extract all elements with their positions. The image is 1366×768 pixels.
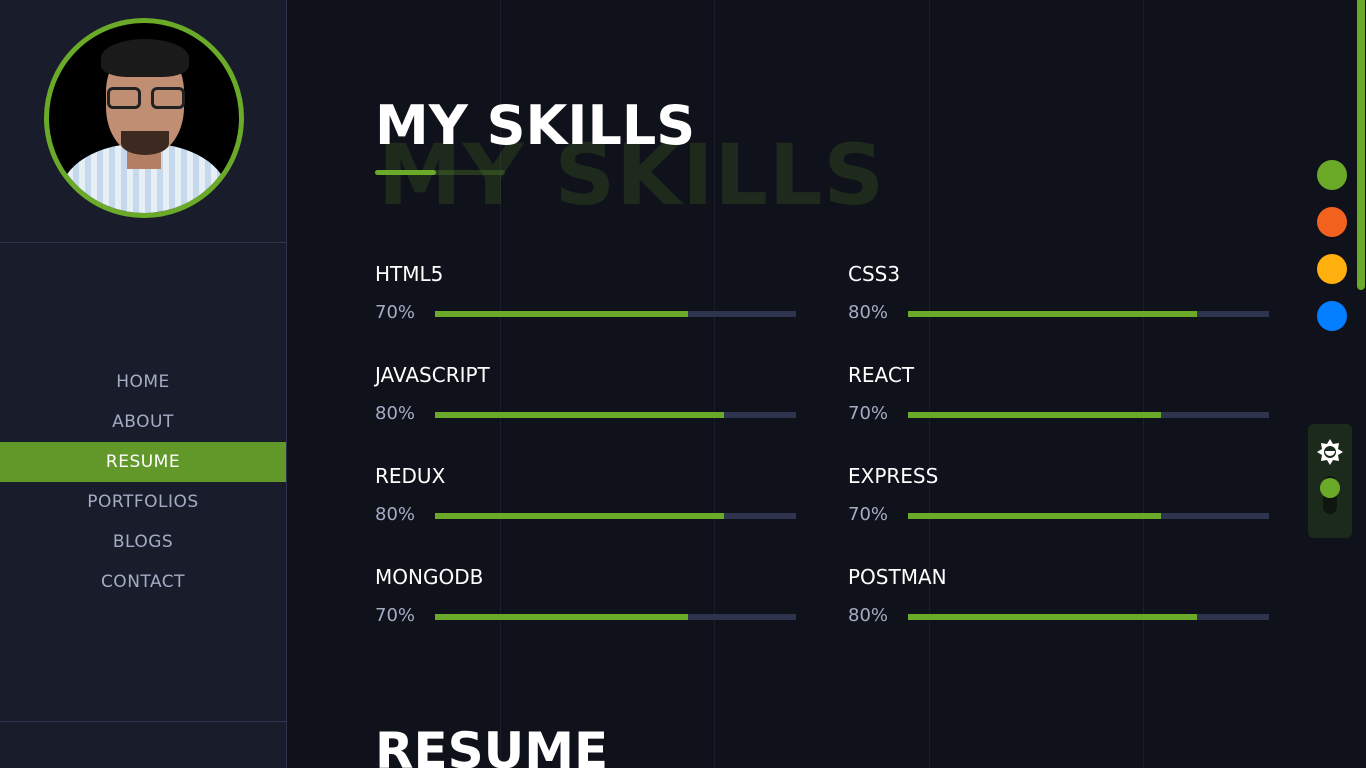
skill-percent: 80% xyxy=(375,403,416,424)
resume-section-title: RESUME xyxy=(375,722,609,768)
skill-progress-fill xyxy=(908,614,1197,620)
skill-name: POSTMAN xyxy=(848,565,947,589)
nav-item-contact[interactable]: CONTACT xyxy=(0,562,286,602)
skill-percent: 70% xyxy=(375,605,416,626)
color-blue-option[interactable] xyxy=(1317,301,1347,331)
skill-progress-track xyxy=(435,614,796,620)
skill-progress-track xyxy=(435,311,796,317)
skill-progress-track xyxy=(435,513,796,519)
scrollbar-thumb[interactable] xyxy=(1357,0,1365,290)
skill-progress-track xyxy=(908,513,1269,519)
skill-progress-fill xyxy=(435,311,688,317)
skill-item: JAVASCRIPT 80% xyxy=(375,363,796,425)
skill-item: REACT 70% xyxy=(848,363,1269,425)
color-orange-option[interactable] xyxy=(1317,207,1347,237)
skill-progress-fill xyxy=(908,311,1197,317)
sidebar-divider xyxy=(0,721,286,722)
skill-name: EXPRESS xyxy=(848,464,939,488)
skill-name: MONGODB xyxy=(375,565,484,589)
skill-progress-track xyxy=(908,412,1269,418)
skill-item: HTML5 70% xyxy=(375,262,796,324)
title-underline xyxy=(375,170,505,175)
color-green-option[interactable] xyxy=(1317,160,1347,190)
scrollbar[interactable] xyxy=(1357,0,1366,768)
skill-progress-fill xyxy=(908,412,1161,418)
skill-item: EXPRESS 70% xyxy=(848,464,1269,526)
skill-item: POSTMAN 80% xyxy=(848,565,1269,627)
skill-percent: 80% xyxy=(848,605,889,626)
avatar-section xyxy=(0,0,286,243)
skill-progress-fill xyxy=(908,513,1161,519)
skill-progress-fill xyxy=(435,412,724,418)
skill-percent: 80% xyxy=(848,302,889,323)
skill-item: CSS3 80% xyxy=(848,262,1269,324)
sidebar: HOME ABOUT RESUME PORTFOLIOS BLOGS CONTA… xyxy=(0,0,287,768)
nav-item-blogs[interactable]: BLOGS xyxy=(0,522,286,562)
skill-progress-track xyxy=(908,614,1269,620)
nav-item-home[interactable]: HOME xyxy=(0,362,286,402)
skill-percent: 70% xyxy=(848,403,889,424)
color-yellow-option[interactable] xyxy=(1317,254,1347,284)
nav-item-portfolios[interactable]: PORTFOLIOS xyxy=(0,482,286,522)
skill-progress-track xyxy=(435,412,796,418)
skill-progress-fill xyxy=(435,614,688,620)
nav-item-resume[interactable]: RESUME xyxy=(0,442,286,482)
avatar xyxy=(44,18,244,218)
nav-item-about[interactable]: ABOUT xyxy=(0,402,286,442)
section-title: MY SKILLS xyxy=(375,94,696,157)
skill-item: MONGODB 70% xyxy=(375,565,796,627)
theme-toggle-panel[interactable] xyxy=(1308,424,1352,538)
skill-name: HTML5 xyxy=(375,262,444,286)
skill-percent: 70% xyxy=(375,302,416,323)
skill-name: REDUX xyxy=(375,464,446,488)
skill-percent: 80% xyxy=(375,504,416,525)
skill-name: REACT xyxy=(848,363,915,387)
skill-item: REDUX 80% xyxy=(375,464,796,526)
skill-name: CSS3 xyxy=(848,262,901,286)
skill-name: JAVASCRIPT xyxy=(375,363,490,387)
theme-toggle-knob[interactable] xyxy=(1320,478,1340,498)
skill-percent: 70% xyxy=(848,504,889,525)
skill-progress-track xyxy=(908,311,1269,317)
skill-progress-fill xyxy=(435,513,724,519)
main-nav: HOME ABOUT RESUME PORTFOLIOS BLOGS CONTA… xyxy=(0,362,286,602)
sun-icon xyxy=(1316,438,1344,466)
